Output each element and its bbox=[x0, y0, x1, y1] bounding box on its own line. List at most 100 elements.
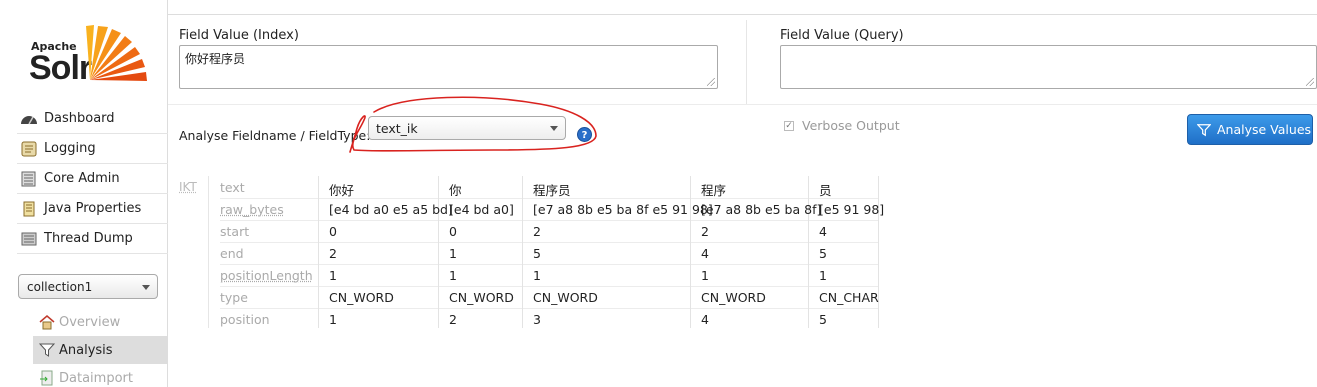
row-name-end: end bbox=[220, 246, 244, 261]
core-item-overview[interactable]: Overview bbox=[33, 308, 168, 336]
java-properties-icon bbox=[20, 201, 38, 217]
divider bbox=[168, 104, 1317, 105]
divider bbox=[168, 14, 1317, 15]
row-name-positionlength: positionLength bbox=[220, 268, 313, 283]
token-1-positionlength: 1 bbox=[329, 268, 337, 283]
token-5-type: CN_CHAR bbox=[819, 290, 879, 305]
red-circle-annotation bbox=[344, 92, 600, 156]
token-2-positionlength: 1 bbox=[449, 268, 457, 283]
stage-name[interactable]: IKT bbox=[179, 180, 197, 194]
solr-logo[interactable]: Apache Solr bbox=[26, 22, 150, 88]
resize-handle-icon[interactable] bbox=[1306, 78, 1314, 86]
verbose-output-label: Verbose Output bbox=[802, 118, 900, 133]
sidebar-item-label: Thread Dump bbox=[44, 231, 133, 246]
chevron-down-icon bbox=[142, 285, 150, 290]
token-1-end: 2 bbox=[329, 246, 337, 261]
token-1-raw_bytes: [e4 bd a0 e5 a5 bd] bbox=[329, 202, 453, 217]
token-4-end: 4 bbox=[701, 246, 709, 261]
core-selector[interactable]: collection1 bbox=[18, 274, 158, 299]
core-item-label: Overview bbox=[59, 315, 120, 330]
logging-icon bbox=[20, 141, 38, 157]
token-5-position: 5 bbox=[819, 312, 827, 327]
token-1-type: CN_WORD bbox=[329, 290, 394, 305]
column-divider bbox=[808, 176, 809, 328]
token-2-type: CN_WORD bbox=[449, 290, 514, 305]
index-field-label: Field Value (Index) bbox=[179, 28, 299, 43]
sidebar-item-label: Core Admin bbox=[44, 171, 120, 186]
row-name-type: type bbox=[220, 290, 248, 305]
sidebar-item-label: Dashboard bbox=[44, 111, 115, 126]
token-3-start: 2 bbox=[533, 224, 541, 239]
verbose-output-checkbox[interactable]: ✓ bbox=[784, 121, 794, 131]
column-divider bbox=[318, 176, 319, 328]
token-3-text: 程序员 bbox=[533, 180, 571, 199]
column-divider bbox=[690, 176, 691, 328]
core-item-label: Analysis bbox=[59, 343, 113, 358]
sidebar-item-core-admin[interactable]: Core Admin bbox=[17, 164, 168, 194]
sidebar: Apache Solr Dashboard Logging Core Admin… bbox=[0, 0, 168, 387]
token-4-type: CN_WORD bbox=[701, 290, 766, 305]
filter-icon bbox=[39, 342, 55, 358]
core-item-label: Dataimport bbox=[59, 371, 133, 386]
token-1-start: 0 bbox=[329, 224, 337, 239]
core-selector-value: collection1 bbox=[27, 280, 92, 294]
dashboard-icon bbox=[20, 111, 38, 127]
divider bbox=[208, 176, 209, 328]
thread-dump-icon bbox=[20, 231, 38, 247]
column-divider bbox=[438, 176, 439, 328]
sidebar-item-label: Java Properties bbox=[44, 201, 141, 216]
token-4-position: 4 bbox=[701, 312, 709, 327]
query-field-textarea[interactable] bbox=[780, 45, 1317, 89]
token-5-end: 5 bbox=[819, 246, 827, 261]
token-2-raw_bytes: [e4 bd a0] bbox=[449, 202, 514, 217]
token-3-end: 5 bbox=[533, 246, 541, 261]
token-3-type: CN_WORD bbox=[533, 290, 598, 305]
analysis-panel: Field Value (Index) 你好程序员 Field Value (Q… bbox=[168, 0, 1317, 387]
analyse-values-button[interactable]: Analyse Values bbox=[1187, 114, 1313, 145]
token-2-position: 2 bbox=[449, 312, 457, 327]
token-1-text: 你好 bbox=[329, 180, 354, 199]
dataimport-icon bbox=[39, 370, 55, 386]
token-5-start: 4 bbox=[819, 224, 827, 239]
token-3-position: 3 bbox=[533, 312, 541, 327]
sidebar-item-logging[interactable]: Logging bbox=[17, 134, 168, 164]
index-field-textarea[interactable]: 你好程序员 bbox=[179, 45, 718, 89]
token-4-raw_bytes: [e7 a8 8b e5 ba 8f] bbox=[701, 202, 821, 217]
filter-icon bbox=[1197, 123, 1211, 137]
solr-sun-icon bbox=[86, 22, 150, 86]
logo-solr-text: Solr bbox=[29, 49, 91, 88]
token-1-position: 1 bbox=[329, 312, 337, 327]
verbose-output-option[interactable]: ✓ Verbose Output bbox=[784, 118, 900, 133]
resize-handle-icon[interactable] bbox=[707, 78, 715, 86]
token-5-positionlength: 1 bbox=[819, 268, 827, 283]
sidebar-item-dashboard[interactable]: Dashboard bbox=[17, 104, 168, 134]
row-name-raw_bytes: raw_bytes bbox=[220, 202, 284, 217]
home-icon bbox=[39, 314, 55, 330]
column-divider bbox=[878, 176, 879, 328]
token-2-text: 你 bbox=[449, 180, 462, 199]
analyse-values-label: Analyse Values bbox=[1217, 122, 1311, 137]
row-name-position: position bbox=[220, 312, 270, 327]
divider bbox=[746, 20, 747, 104]
sidebar-item-thread-dump[interactable]: Thread Dump bbox=[17, 224, 168, 254]
core-admin-icon bbox=[20, 171, 38, 187]
token-3-positionlength: 1 bbox=[533, 268, 541, 283]
token-3-raw_bytes: [e7 a8 8b e5 ba 8f e5 91 98] bbox=[533, 202, 713, 217]
index-field-value: 你好程序员 bbox=[185, 52, 245, 66]
query-field-label: Field Value (Query) bbox=[780, 28, 904, 43]
token-4-text: 程序 bbox=[701, 180, 726, 199]
column-divider bbox=[522, 176, 523, 328]
fieldtype-label: Analyse Fieldname / FieldType: bbox=[179, 128, 370, 143]
token-4-start: 2 bbox=[701, 224, 709, 239]
token-4-positionlength: 1 bbox=[701, 268, 709, 283]
core-item-dataimport[interactable]: Dataimport bbox=[33, 364, 168, 387]
token-2-start: 0 bbox=[449, 224, 457, 239]
core-item-analysis[interactable]: Analysis bbox=[33, 336, 168, 364]
row-name-text: text bbox=[220, 180, 245, 195]
token-5-raw_bytes: [e5 91 98] bbox=[819, 202, 884, 217]
token-5-text: 员 bbox=[819, 180, 832, 199]
sidebar-item-java-properties[interactable]: Java Properties bbox=[17, 194, 168, 224]
token-2-end: 1 bbox=[449, 246, 457, 261]
solr-admin-page: Apache Solr Dashboard Logging Core Admin… bbox=[0, 0, 1317, 387]
sidebar-item-label: Logging bbox=[44, 141, 96, 156]
